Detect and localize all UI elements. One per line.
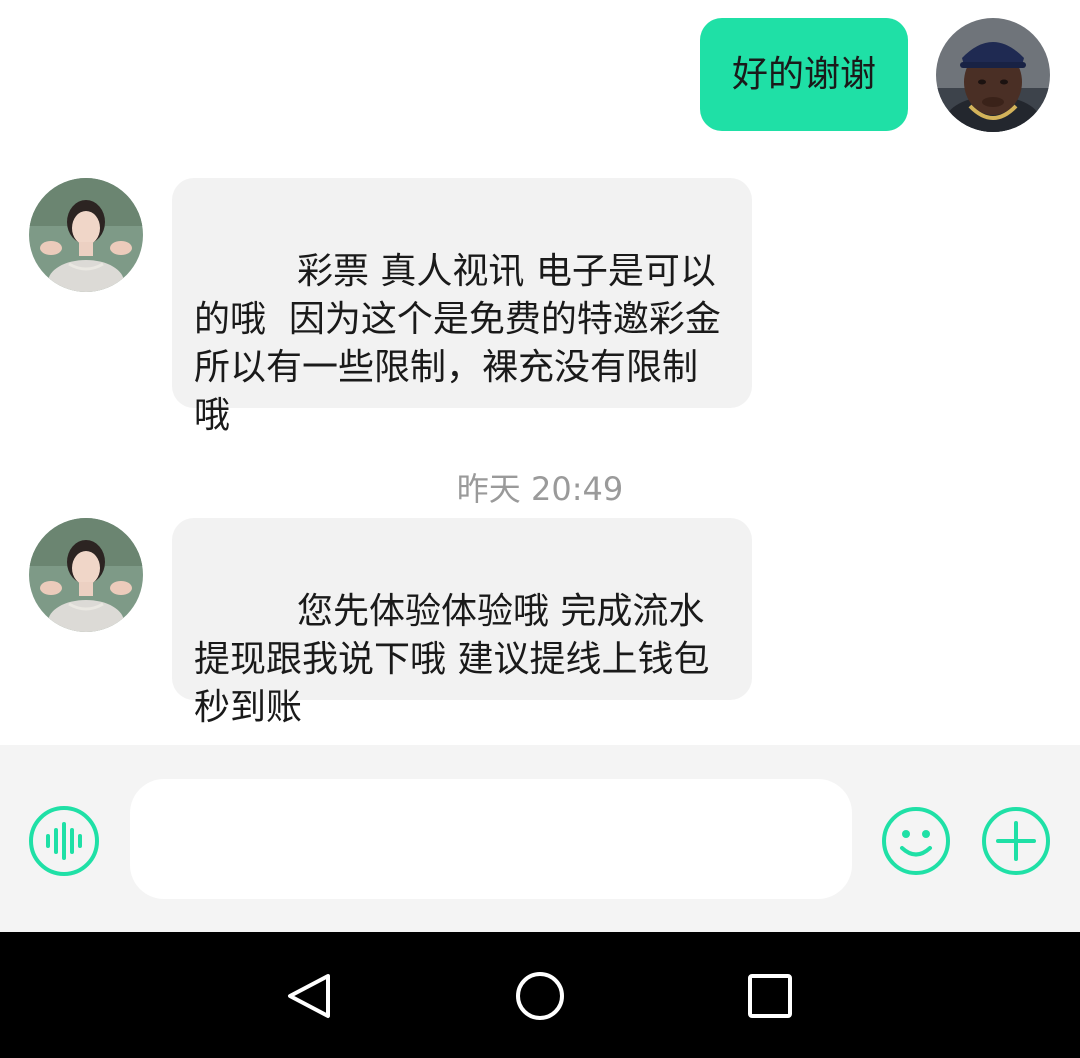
voice-button[interactable]: [28, 805, 100, 877]
message-outgoing: 好的谢谢: [0, 0, 1080, 150]
message-input[interactable]: [130, 779, 852, 899]
nav-recents-button[interactable]: [740, 966, 800, 1026]
message-bubble-outgoing[interactable]: 好的谢谢: [700, 18, 908, 131]
message-text: 您先体验体验哦 完成流水提现跟我说下哦 建议提线上钱包 秒到账: [194, 591, 721, 728]
nav-home-button[interactable]: [510, 966, 570, 1026]
message-list[interactable]: 好的谢谢 彩票 真人视讯 电子是可以的哦 因为这个是免费的特邀彩金 所以有一些限…: [0, 0, 1080, 745]
system-navigation-bar: [0, 932, 1080, 1058]
nav-back-triangle-icon: [288, 974, 330, 1018]
avatar-portrait-man-icon: [936, 18, 1050, 132]
message-incoming: 彩票 真人视讯 电子是可以的哦 因为这个是免费的特邀彩金 所以有一些限制，裸充没…: [0, 160, 1080, 436]
avatar-portrait-woman-icon: [29, 518, 143, 632]
plus-circle-icon: [982, 807, 1050, 875]
message-incoming: 您先体验体验哦 完成流水提现跟我说下哦 建议提线上钱包 秒到账: [0, 500, 1080, 728]
message-input-bar: [0, 745, 1080, 932]
contact-avatar[interactable]: [29, 178, 143, 292]
message-text: 彩票 真人视讯 电子是可以的哦 因为这个是免费的特邀彩金 所以有一些限制，裸充没…: [194, 251, 744, 436]
message-text: 好的谢谢: [731, 53, 876, 95]
my-avatar[interactable]: [936, 18, 1050, 132]
chat-screen: 好的谢谢 彩票 真人视讯 电子是可以的哦 因为这个是免费的特邀彩金 所以有一些限…: [0, 0, 1080, 1058]
avatar-portrait-woman-icon: [29, 178, 143, 292]
voice-waveform-icon: [29, 806, 99, 876]
nav-back-button[interactable]: [280, 966, 340, 1026]
message-bubble-incoming[interactable]: 彩票 真人视讯 电子是可以的哦 因为这个是免费的特邀彩金 所以有一些限制，裸充没…: [172, 178, 752, 436]
message-bubble-incoming[interactable]: 您先体验体验哦 完成流水提现跟我说下哦 建议提线上钱包 秒到账: [172, 518, 752, 728]
emoji-smiley-icon: [882, 807, 950, 875]
nav-home-circle-icon: [516, 972, 564, 1020]
emoji-button[interactable]: [880, 805, 952, 877]
nav-recents-square-icon: [748, 974, 792, 1018]
more-options-button[interactable]: [980, 805, 1052, 877]
contact-avatar[interactable]: [29, 518, 143, 632]
